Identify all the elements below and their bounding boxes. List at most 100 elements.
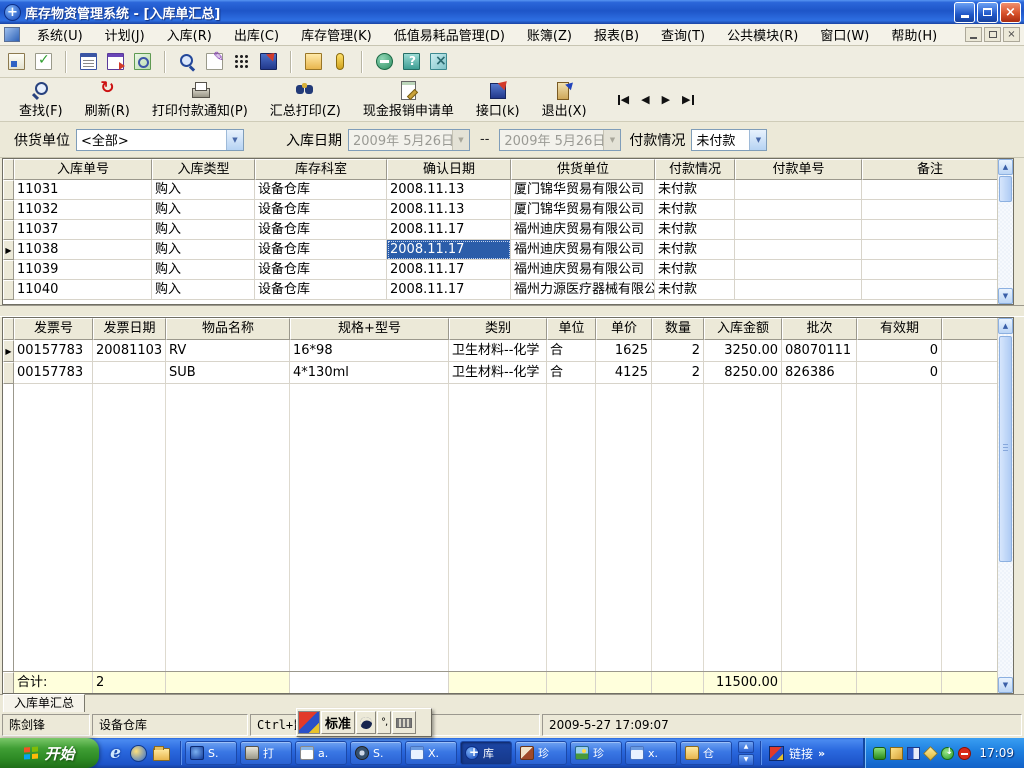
ime-indicator-icon[interactable]: [769, 745, 784, 761]
grid-cell-unit[interactable]: 合: [547, 340, 596, 362]
menu-item[interactable]: 账簿(Z): [516, 23, 583, 46]
grid-cell-order_no[interactable]: 11032: [14, 200, 152, 220]
grid-cell-supplier[interactable]: 厦门锦华贸易有限公司: [511, 180, 655, 200]
grid-cell-order_type[interactable]: 购入: [152, 260, 255, 280]
grid-cell-remark[interactable]: [862, 200, 997, 220]
column-header[interactable]: 入库单号: [14, 159, 152, 180]
menu-item[interactable]: 计划(J): [94, 23, 156, 46]
taskbar-button[interactable]: 珍: [570, 741, 622, 765]
child-close-button[interactable]: ×: [1003, 27, 1020, 42]
column-header[interactable]: 付款单号: [735, 159, 862, 180]
grid-cell-pay_no[interactable]: [735, 280, 862, 300]
grid-splitter[interactable]: [0, 305, 1024, 317]
grid-cell-pay_status[interactable]: 未付款: [655, 220, 735, 240]
grid-cell-filler[interactable]: [942, 340, 997, 362]
grid-cell-pay_status[interactable]: 未付款: [655, 280, 735, 300]
taskbar-button[interactable]: 库: [460, 741, 512, 765]
last-record-button[interactable]: ▶: [682, 93, 693, 106]
yellow-package-icon[interactable]: [890, 746, 904, 760]
menu-item[interactable]: 窗口(W): [809, 23, 880, 46]
date-to-picker[interactable]: 2009年 5月26日 ▼: [499, 128, 622, 151]
folder-mail-icon[interactable]: [305, 53, 322, 70]
grid-cell-supplier[interactable]: 厦门锦华贸易有限公司: [511, 200, 655, 220]
row-selector[interactable]: [3, 220, 14, 240]
column-header[interactable]: 类别: [449, 318, 547, 340]
grid-cell-order_no[interactable]: 11037: [14, 220, 152, 240]
ie-icon[interactable]: [107, 745, 124, 762]
refresh-button[interactable]: 刷新(R): [76, 78, 139, 122]
dropdown-arrow-icon[interactable]: ▼: [749, 129, 767, 150]
ime-logo-icon[interactable]: [298, 711, 320, 734]
scrollbar-thumb[interactable]: [999, 336, 1012, 562]
zoom-icon[interactable]: [179, 53, 196, 70]
grid-cell-warehouse[interactable]: 设备仓库: [255, 240, 387, 260]
grid-cell-remark[interactable]: [862, 260, 997, 280]
menu-item[interactable]: 报表(B): [583, 23, 650, 46]
next-record-button[interactable]: ▶: [662, 93, 670, 106]
menu-item[interactable]: 低值易耗品管理(D): [383, 23, 516, 46]
report-view-icon[interactable]: [80, 53, 97, 70]
ime-mode-button[interactable]: 标准: [321, 711, 356, 734]
grid-cell-item_name[interactable]: RV: [166, 340, 290, 362]
grid-cell-invoice_no[interactable]: 00157783: [14, 362, 93, 384]
grid-cell-order_no[interactable]: 11031: [14, 180, 152, 200]
dropdown-arrow-icon[interactable]: ▼: [226, 129, 243, 150]
scroll-up-icon[interactable]: ▲: [738, 740, 754, 753]
date-from-picker[interactable]: 2009年 5月26日 ▼: [348, 128, 470, 151]
grid-cell-confirm_date[interactable]: 2008.11.17: [387, 220, 511, 240]
column-header[interactable]: 物品名称: [166, 318, 290, 340]
scroll-down-icon[interactable]: ▼: [738, 753, 754, 766]
table-row[interactable]: ▶ 00157783 20081103 RV 16*98 卫生材料--化学合 1625 2 32…: [3, 340, 997, 362]
ime-punctuation-button[interactable]: °,: [377, 711, 392, 734]
column-header[interactable]: 供货单位: [511, 159, 655, 180]
interface-button[interactable]: 接口(k): [467, 78, 529, 122]
grid-cell-unit_price[interactable]: 1625: [596, 340, 652, 362]
table-row[interactable]: 11039 购入 设备仓库 2008.11.17 福州迪庆贸易有限公司 未付款: [3, 260, 997, 280]
restore-button[interactable]: [977, 1, 998, 23]
links-label[interactable]: 链接: [789, 745, 813, 762]
menu-item[interactable]: 系统(U): [26, 23, 94, 46]
grid-cell-order_type[interactable]: 购入: [152, 220, 255, 240]
row-selector[interactable]: [3, 180, 14, 200]
grid-cell-quantity[interactable]: 2: [652, 362, 704, 384]
grid-cell-confirm_date[interactable]: 2008.11.13: [387, 180, 511, 200]
close-button[interactable]: ×: [1000, 1, 1021, 23]
grid-cell-confirm_date[interactable]: 2008.11.17: [387, 260, 511, 280]
column-header[interactable]: 有效期: [857, 318, 942, 340]
taskbar-button[interactable]: S.: [350, 741, 402, 765]
grid-cell-order_type[interactable]: 购入: [152, 240, 255, 260]
grid-cell-validity[interactable]: 0: [857, 362, 942, 384]
grid-cell-category[interactable]: 卫生材料--化学: [449, 362, 547, 384]
grid-cell-remark[interactable]: [862, 220, 997, 240]
grid-cell-unit[interactable]: 合: [547, 362, 596, 384]
scroll-down-icon[interactable]: ▼: [998, 677, 1013, 693]
grid-cell-order_no[interactable]: 11038: [14, 240, 152, 260]
grid-cell-warehouse[interactable]: 设备仓库: [255, 260, 387, 280]
grid-cell-confirm_date[interactable]: 2008.11.13: [387, 200, 511, 220]
menu-item[interactable]: 公共模块(R): [716, 23, 809, 46]
taskbar-button[interactable]: S.: [185, 741, 237, 765]
save-export-icon[interactable]: [260, 53, 277, 70]
ime-softkeyboard-button[interactable]: [392, 711, 417, 734]
table-row[interactable]: ▶ 11038 购入 设备仓库 2008.11.17 福州迪庆贸易有限公司 未付款: [3, 240, 997, 260]
table-row[interactable]: 11032 购入 设备仓库 2008.11.13 厦门锦华贸易有限公司 未付款: [3, 200, 997, 220]
details-scrollbar[interactable]: ▲ ▼: [997, 318, 1013, 693]
grid-cell-order_no[interactable]: 11040: [14, 280, 152, 300]
matrix-grid-icon[interactable]: [233, 53, 250, 70]
gold-note-icon[interactable]: [923, 745, 939, 761]
summary-print-button[interactable]: 汇总打印(Z): [261, 78, 350, 122]
menu-item[interactable]: 查询(T): [650, 23, 716, 46]
grid-cell-invoice_date[interactable]: [93, 362, 166, 384]
grid-cell-spec_model[interactable]: 4*130ml: [290, 362, 449, 384]
taskbar-button[interactable]: X.: [405, 741, 457, 765]
row-selector[interactable]: [3, 200, 14, 220]
orders-scrollbar[interactable]: ▲ ▼: [997, 159, 1013, 304]
thermometer-key-icon[interactable]: [336, 53, 344, 70]
table-row[interactable]: 11040 购入 设备仓库 2008.11.17 福州力源医疗器械有限公司 未付款: [3, 280, 997, 300]
child-minimize-button[interactable]: [965, 27, 982, 42]
taskbar-button[interactable]: 打: [240, 741, 292, 765]
grid-cell-pay_status[interactable]: 未付款: [655, 240, 735, 260]
grid-cell-amount[interactable]: 8250.00: [704, 362, 782, 384]
row-selector[interactable]: ▶: [3, 240, 14, 260]
start-button[interactable]: 开始: [0, 738, 99, 768]
